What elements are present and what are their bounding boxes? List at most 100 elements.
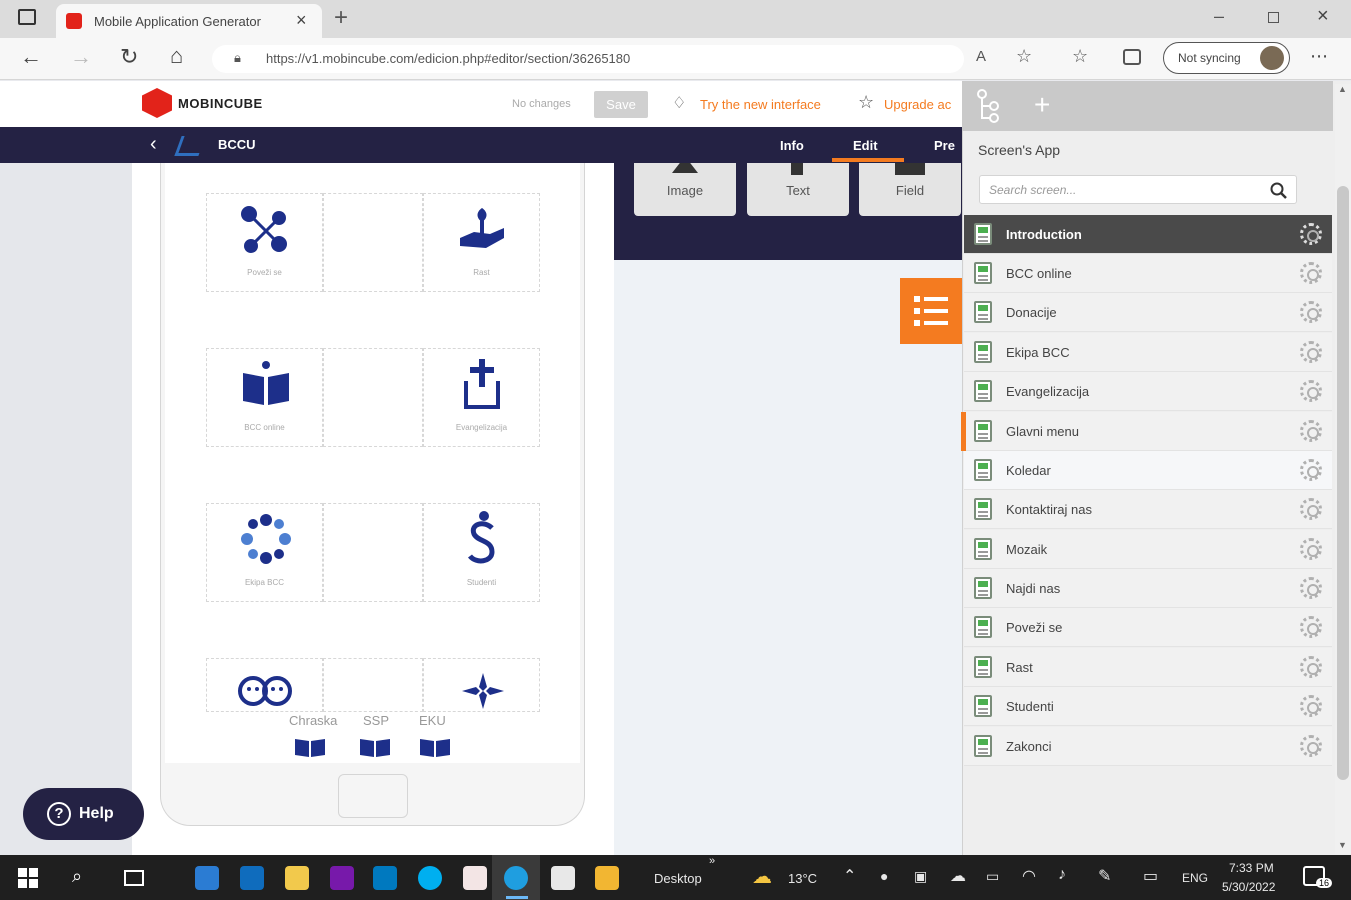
tab-actions-icon[interactable] — [18, 9, 36, 25]
wifi-icon[interactable]: ◠ — [1022, 866, 1036, 886]
screen-row-povezi-se[interactable]: Poveži se — [964, 608, 1332, 647]
gear-icon[interactable] — [1300, 695, 1322, 717]
app-icon[interactable] — [551, 866, 575, 890]
chevron-up-icon[interactable]: ⌃ — [843, 866, 856, 886]
favorites-icon[interactable]: ☆ — [1072, 46, 1088, 67]
keyboard-icon[interactable]: ▭ — [1143, 866, 1158, 886]
tray-icon[interactable]: ▭ — [986, 868, 999, 885]
weather-icon[interactable]: ☁ — [752, 864, 772, 889]
clock-date[interactable]: 5/30/2022 — [1222, 880, 1275, 894]
upgrade-link[interactable]: Upgrade ac — [884, 97, 951, 112]
grid-cell-family[interactable] — [206, 658, 323, 712]
screen-row-mozaik[interactable]: Mozaik — [964, 530, 1332, 569]
tab-preview[interactable]: Pre — [934, 138, 955, 153]
screen-row-glavni-menu[interactable]: Glavni menu — [961, 412, 1332, 451]
screen-row-ekipa-bcc[interactable]: Ekipa BCC — [964, 333, 1332, 372]
trello-icon[interactable] — [373, 866, 397, 890]
save-button[interactable]: Save — [594, 91, 648, 118]
grid-cell-empty[interactable] — [323, 658, 423, 712]
mail-icon[interactable] — [195, 866, 219, 890]
url-field[interactable]: 🔒︎ https://v1.mobincube.com/edicion.php#… — [212, 45, 964, 73]
book-icon[interactable] — [358, 735, 392, 759]
gear-icon[interactable] — [1300, 380, 1322, 402]
grid-cell-mosaic[interactable] — [423, 658, 540, 712]
desktop-label[interactable]: Desktop — [654, 871, 702, 886]
restore-icon[interactable] — [1268, 12, 1279, 23]
screen-row-introduction[interactable]: Introduction — [964, 215, 1332, 254]
add-text-button[interactable]: Text — [747, 163, 849, 216]
screen-search-field[interactable]: Search screen... — [979, 175, 1297, 204]
close-tab-icon[interactable]: × — [296, 10, 307, 31]
grid-cell-empty[interactable] — [323, 503, 423, 602]
minimize-icon[interactable]: – — [1214, 6, 1224, 27]
gear-icon[interactable] — [1300, 341, 1322, 363]
home-icon[interactable]: ⌂ — [170, 43, 183, 69]
add-screen-icon[interactable]: + — [1034, 89, 1050, 121]
profile-button[interactable]: Not syncing — [1163, 42, 1290, 74]
gear-icon[interactable] — [1300, 735, 1322, 757]
grid-cell-bcc-online[interactable]: BCC online — [206, 348, 323, 447]
screen-row-najdi-nas[interactable]: Najdi nas — [964, 569, 1332, 608]
book-icon[interactable] — [293, 735, 327, 759]
more-menu-icon[interactable]: ⋯ — [1310, 46, 1328, 67]
back-icon[interactable]: ← — [20, 44, 42, 70]
grid-cell-evangelizacija[interactable]: Evangelizacija — [423, 348, 540, 447]
close-window-icon[interactable]: × — [1317, 5, 1329, 28]
search-icon[interactable]: ⌕ — [72, 866, 82, 887]
add-favorite-icon[interactable]: ☆ — [1016, 46, 1032, 67]
gear-icon[interactable] — [1300, 223, 1322, 245]
new-tab-icon[interactable]: + — [334, 4, 348, 32]
gear-icon[interactable] — [1300, 616, 1322, 638]
start-icon[interactable] — [18, 868, 38, 888]
add-image-button[interactable]: Image — [634, 163, 736, 216]
screen-row-evangelizacija[interactable]: Evangelizacija — [964, 372, 1332, 411]
screen-list-toggle-button[interactable] — [900, 278, 962, 344]
outlook-icon[interactable] — [240, 866, 264, 890]
gear-icon[interactable] — [1300, 301, 1322, 323]
gear-icon[interactable] — [1300, 577, 1322, 599]
screen-row-rast[interactable]: Rast — [964, 648, 1332, 687]
help-button[interactable]: ? Help — [23, 788, 144, 840]
add-field-button[interactable]: Field — [859, 163, 961, 216]
tab-info[interactable]: Info — [780, 138, 804, 153]
read-aloud-icon[interactable]: A — [976, 48, 986, 65]
tray-icon[interactable]: ● — [880, 868, 888, 884]
screen-row-bcc-online[interactable]: BCC online — [964, 254, 1332, 293]
book-icon[interactable] — [418, 735, 452, 759]
browser-tab[interactable]: Mobile Application Generator × — [56, 4, 322, 38]
onedrive-icon[interactable]: ☁ — [950, 866, 966, 886]
screen-row-zakonci[interactable]: Zakonci — [964, 727, 1332, 766]
grid-cell-ekipa-bcc[interactable]: Ekipa BCC — [206, 503, 323, 602]
gear-icon[interactable] — [1300, 498, 1322, 520]
gear-icon[interactable] — [1300, 262, 1322, 284]
skype-icon[interactable] — [418, 866, 442, 890]
try-new-interface-link[interactable]: Try the new interface — [700, 97, 821, 112]
grid-cell-povezi-se[interactable]: Poveži se — [206, 193, 323, 292]
volume-icon[interactable]: ♪ — [1058, 866, 1066, 884]
weather-temp[interactable]: 13°C — [788, 871, 817, 886]
tray-icon[interactable]: ▣ — [914, 868, 927, 885]
forward-icon[interactable]: → — [70, 44, 92, 70]
onenote-icon[interactable] — [330, 866, 354, 890]
grid-cell-empty[interactable] — [323, 193, 423, 292]
back-chevron-icon[interactable]: ‹ — [150, 133, 157, 156]
collections-icon[interactable] — [1123, 49, 1141, 65]
screen-row-studenti[interactable]: Studenti — [964, 687, 1332, 726]
scroll-down-icon[interactable]: ▼ — [1338, 840, 1347, 850]
grid-cell-rast[interactable]: Rast — [423, 193, 540, 292]
clock-time[interactable]: 7:33 PM — [1229, 861, 1274, 875]
folder-icon[interactable] — [595, 866, 619, 890]
file-explorer-icon[interactable] — [285, 866, 309, 890]
gear-icon[interactable] — [1300, 538, 1322, 560]
hierarchy-icon[interactable] — [976, 89, 1002, 123]
scroll-up-icon[interactable]: ▲ — [1338, 84, 1347, 94]
task-view-icon[interactable] — [124, 870, 144, 886]
refresh-icon[interactable]: ↻ — [120, 44, 138, 70]
gear-icon[interactable] — [1300, 656, 1322, 678]
screen-row-donacije[interactable]: Donacije — [964, 293, 1332, 332]
search-icon[interactable] — [1270, 182, 1288, 200]
gear-icon[interactable] — [1300, 459, 1322, 481]
language-indicator[interactable]: ENG — [1182, 871, 1208, 885]
grid-cell-empty[interactable] — [323, 348, 423, 447]
pen-icon[interactable]: ✎ — [1098, 866, 1111, 886]
